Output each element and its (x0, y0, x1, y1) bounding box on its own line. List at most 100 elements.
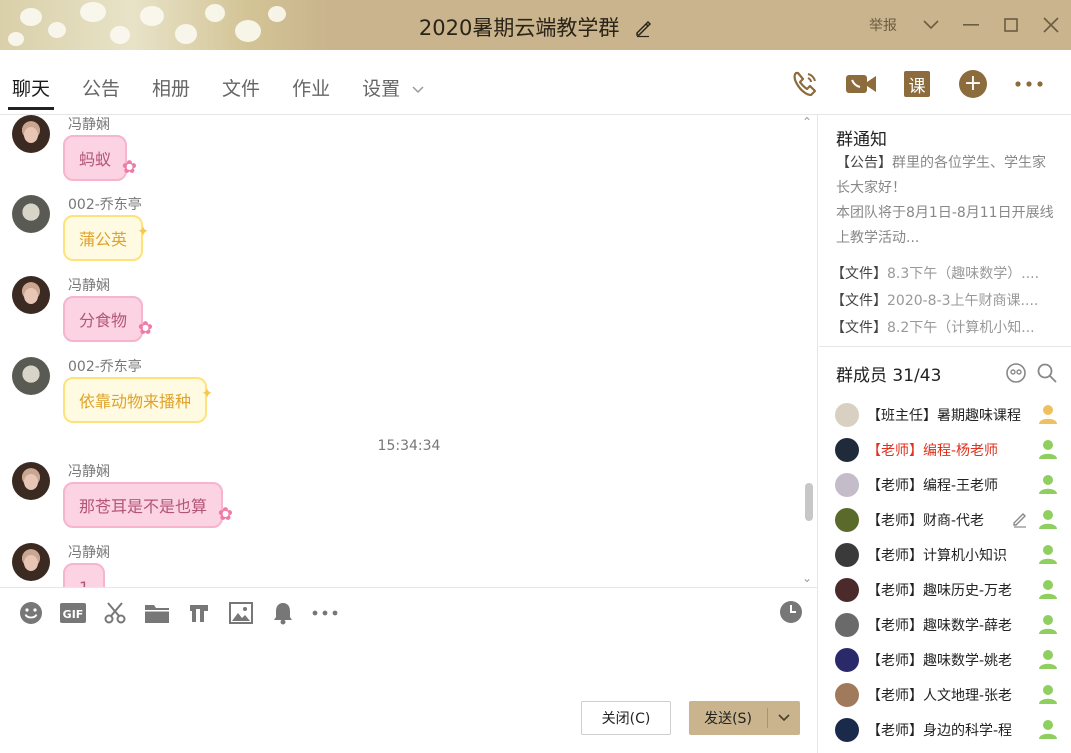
scroll-down-icon[interactable]: ⌄ (802, 571, 812, 585)
bow-decoration-icon: ✿ (217, 504, 234, 525)
more-options-button[interactable] (1001, 68, 1057, 100)
close-icon (1043, 17, 1059, 33)
member-role-icon (1039, 615, 1057, 634)
voice-call-button[interactable] (777, 68, 833, 100)
message-bubble[interactable]: 那苍耳是不是也算 ✿ (63, 482, 233, 528)
collapse-button[interactable] (911, 0, 951, 50)
message-text: 依靠动物来播种 (79, 392, 192, 411)
member-role-icon (1039, 545, 1057, 564)
tab-settings[interactable]: 设置 (362, 74, 424, 110)
message-bubble[interactable]: 蚂蚁 ✿ (63, 135, 137, 181)
edit-title-icon[interactable] (634, 20, 652, 38)
member-search-button[interactable] (1037, 363, 1057, 387)
video-call-button[interactable] (833, 68, 889, 100)
avatar[interactable] (12, 276, 50, 314)
svg-text:GIF: GIF (63, 608, 84, 621)
avatar[interactable] (12, 543, 50, 581)
bow-decoration-icon: ✿ (121, 157, 138, 178)
tab-announcement[interactable]: 公告 (82, 74, 120, 110)
member-item[interactable]: 【老师】趣味历史-万老 (835, 572, 1057, 607)
chat-message-area[interactable]: 冯静娴 蚂蚁 ✿ 002-乔东亭 蒲公英 ✦ 冯静娴 分食物 ✿ 002-乔东亭 依靠… (0, 115, 818, 587)
member-item[interactable]: 【老师】编程-杨老师 (835, 432, 1057, 467)
image-button[interactable] (220, 600, 262, 626)
file-item[interactable]: 【文件】2020-8-3上午财商课.... (831, 288, 1063, 315)
member-avatar[interactable] (835, 437, 859, 462)
tab-album[interactable]: 相册 (152, 74, 190, 110)
member-avatar[interactable] (835, 542, 859, 567)
scrollbar-thumb[interactable] (805, 483, 813, 521)
member-item[interactable]: 【老师】财商-代老 (835, 502, 1057, 537)
member-avatar[interactable] (835, 577, 859, 602)
member-list[interactable]: 【班主任】暑期趣味课程【老师】编程-杨老师【老师】编程-王老师 【老师】财商-代老… (835, 397, 1057, 747)
member-role-icon (1039, 510, 1057, 529)
bow-decoration-icon: ✿ (137, 318, 154, 339)
chevron-down-icon (923, 20, 939, 30)
member-avatar[interactable] (835, 682, 859, 707)
avatar[interactable] (12, 115, 50, 153)
group-notice-title: 群通知 (836, 130, 887, 150)
music-button[interactable] (178, 600, 220, 626)
member-avatar[interactable] (835, 717, 859, 742)
member-avatar[interactable] (835, 612, 859, 637)
group-notice[interactable]: 群通知 【公告】群里的各位学生、学生家长大家好！ 本团队将于8月1日-8月11日… (819, 115, 1071, 347)
report-link[interactable]: 举报 (869, 15, 897, 35)
tab-files-label: 文件 (222, 78, 261, 100)
member-name: 【老师】编程-杨老师 (867, 442, 999, 459)
avatar[interactable] (12, 357, 50, 395)
emoji-button[interactable] (10, 600, 52, 626)
tab-files[interactable]: 文件 (222, 74, 260, 110)
avatar[interactable] (12, 462, 50, 500)
member-avatar[interactable] (835, 402, 859, 427)
send-file-button[interactable] (136, 600, 178, 626)
music-icon (190, 605, 208, 622)
close-button[interactable]: 关闭(C) (581, 701, 671, 735)
member-item[interactable]: 【老师】人文地理-张老 (835, 677, 1057, 712)
close-window-button[interactable] (1031, 0, 1071, 50)
member-avatar[interactable] (835, 472, 859, 497)
nav-bar: 聊天 公告 相册 文件 作业 设置 课 + (0, 50, 1071, 115)
avatar[interactable] (12, 195, 50, 233)
message-input[interactable]: 关闭(C) 发送(S) (0, 635, 818, 753)
member-role-icon (1039, 405, 1057, 424)
member-item[interactable]: 【老师】计算机小知识 (835, 537, 1057, 572)
minimize-button[interactable] (951, 0, 991, 50)
chat-scrollbar[interactable]: ⌃ ⌄ (801, 115, 815, 587)
message-bubble[interactable]: 1 (63, 563, 106, 587)
member-name: 【老师】趣味历史-万老 (867, 582, 1013, 599)
file-item[interactable]: 【文件】8.2下午（计算机小知... (831, 315, 1063, 342)
window-title-text: 2020暑期云端教学群 (418, 16, 620, 40)
class-button[interactable]: 课 (889, 68, 945, 100)
member-item[interactable]: 【班主任】暑期趣味课程 (835, 397, 1057, 432)
more-tools-button[interactable] (304, 600, 346, 626)
phone-icon (793, 71, 817, 97)
send-button[interactable]: 发送(S) (689, 701, 800, 735)
tab-homework[interactable]: 作业 (292, 74, 330, 110)
member-avatar[interactable] (835, 647, 859, 672)
member-item[interactable]: 【老师】编程-王老师 (835, 467, 1057, 502)
member-manage-button[interactable] (1005, 363, 1027, 387)
maximize-button[interactable] (991, 0, 1031, 50)
scroll-up-icon[interactable]: ⌃ (802, 115, 812, 129)
send-options-dropdown[interactable] (768, 714, 800, 722)
group-info-panel: 群通知 【公告】群里的各位学生、学生家长大家好！ 本团队将于8月1日-8月11日… (819, 115, 1071, 753)
member-name: 【老师】趣味数学-薛老 (867, 617, 1013, 634)
file-item[interactable]: 【文件】8.3下午（趣味数学）.... (831, 261, 1063, 288)
member-item[interactable]: 【老师】趣味数学-薛老 (835, 607, 1057, 642)
tab-chat[interactable]: 聊天 (7, 74, 55, 110)
add-button[interactable]: + (945, 68, 1001, 100)
member-name: 【老师】计算机小知识 (867, 547, 1007, 564)
message-bubble[interactable]: 依靠动物来播种 ✦ (63, 377, 213, 423)
edit-icon[interactable] (1011, 510, 1029, 528)
message-bubble[interactable]: 蒲公英 ✦ (63, 215, 149, 261)
message-bubble[interactable]: 分食物 ✿ (63, 296, 153, 342)
member-role-icon (1039, 650, 1057, 669)
member-item[interactable]: 【老师】趣味数学-姚老 (835, 642, 1057, 677)
notice-body[interactable]: 【公告】群里的各位学生、学生家长大家好！ 本团队将于8月1日-8月11日开展线上… (836, 151, 1058, 251)
notification-button[interactable] (262, 600, 304, 626)
gif-button[interactable]: GIF (52, 600, 94, 626)
message-history-button[interactable] (779, 600, 803, 628)
member-item[interactable]: 【老师】身边的科学-程 (835, 712, 1057, 747)
title-bar[interactable]: 2020暑期云端教学群 举报 (0, 0, 1071, 50)
member-avatar[interactable] (835, 507, 859, 532)
screenshot-button[interactable] (94, 600, 136, 626)
